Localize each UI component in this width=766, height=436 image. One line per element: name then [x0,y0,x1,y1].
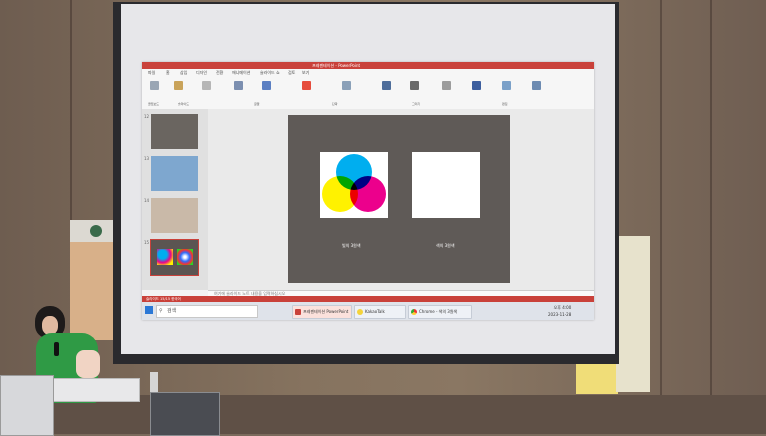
speaker-stand [150,372,158,394]
podium-top [50,378,140,402]
venn-additive [412,152,480,218]
title-bar: 프레젠테이션 - PowerPoint [142,62,594,69]
audio-icon[interactable] [532,81,541,90]
shape-icon[interactable] [302,81,311,90]
bold-icon[interactable] [262,81,271,90]
taskbar-search-input[interactable]: ⚲ 검색 [156,305,258,318]
slide-thumbnail[interactable] [151,198,198,233]
tab-animations[interactable]: 애니메이션 [232,70,250,76]
taskbar-item-powerpoint[interactable]: 프레젠테이션 PowerPoint [292,305,352,319]
paste-icon[interactable] [150,81,159,90]
venn-circle [322,176,358,212]
layout-icon[interactable] [202,81,211,90]
tab-view[interactable]: 보기 [302,70,309,76]
kakaotalk-icon [357,309,363,315]
thumb-venn-additive [177,249,193,265]
slide-thumbnail[interactable] [151,156,198,191]
tab-design[interactable]: 디자인 [196,70,207,76]
taskbar-item-label: 프레젠테이션 PowerPoint [303,309,349,314]
wall-panel-right [616,236,650,392]
podium-front [0,375,54,436]
current-slide[interactable]: 빛의 3원색 색의 3원색 [288,115,510,283]
search-placeholder: 검색 [167,308,177,314]
ribbon: 파일 홈 삽입 디자인 전환 애니메이션 슬라이드 쇼 검토 보기 클립보드 슬… [142,69,594,110]
thumb-number: 15 [144,240,150,245]
symbol-icon[interactable] [472,81,481,90]
projected-desktop: 프레젠테이션 - PowerPoint 파일 홈 삽입 디자인 전환 애니메이션… [142,62,594,320]
caption-right: 색의 3원색 [436,243,455,248]
tab-review[interactable]: 검토 [288,70,295,76]
wall-seam [660,0,662,434]
clock-time: 오후 4:00 [553,305,572,310]
slide-thumbnail[interactable] [151,114,198,149]
search-icon: ⚲ [159,308,163,314]
thumb-number: 13 [144,156,150,161]
new-slide-icon[interactable] [174,81,183,90]
presenter-arm [76,350,100,378]
taskbar-item-label: Chrome - 색의 3원색 [419,309,458,314]
tab-insert[interactable]: 삽입 [180,70,187,76]
thumb-number: 12 [144,114,150,119]
microphone-icon [54,342,59,356]
equipment-cabinet [150,392,220,436]
tab-transitions[interactable]: 전환 [216,70,223,76]
wall-seam [710,0,712,434]
thumb-number: 14 [144,198,150,203]
caption-left: 빛의 3원색 [342,243,361,248]
taskbar-item-chrome[interactable]: Chrome - 색의 3원색 [408,305,472,319]
venn-subtractive [320,152,388,218]
clock-date: 2023-11-28 [548,312,572,317]
wordart-icon[interactable] [410,81,419,90]
chrome-icon [411,309,417,315]
windows-start-icon[interactable] [145,306,153,314]
tab-home[interactable]: 홈 [166,70,170,76]
group-editing-label: 편집 [502,102,508,106]
taskbar-item-kakaotalk[interactable]: KakaoTalk [354,305,406,319]
video-icon[interactable] [502,81,511,90]
group-slides-label: 슬라이드 [178,102,190,106]
windows-taskbar: ⚲ 검색 프레젠테이션 PowerPoint KakaoTalk Chrome … [142,302,594,320]
school-seal-icon [90,225,102,237]
align-icon[interactable] [342,81,351,90]
group-clipboard-label: 클립보드 [148,102,160,106]
thumb-venn-subtractive [157,249,173,265]
slide-editing-area: 빛의 3원색 색의 3원색 [208,109,594,290]
powerpoint-icon [295,309,301,315]
slide-thumbnail-selected[interactable] [150,239,199,276]
taskbar-clock[interactable]: 오후 4:00 2023-11-28 [548,304,571,318]
textbox-icon[interactable] [382,81,391,90]
group-font-label: 글꼴 [254,102,260,106]
group-paragraph-label: 단락 [332,102,338,106]
equation-icon[interactable] [442,81,451,90]
group-drawing-label: 그리기 [412,102,421,106]
tab-slideshow[interactable]: 슬라이드 쇼 [260,70,280,76]
font-icon[interactable] [234,81,243,90]
taskbar-item-label: KakaoTalk [365,309,385,314]
slide-thumbnail-pane: 12 13 14 15 [142,109,208,290]
window-title: 프레젠테이션 - PowerPoint [312,63,361,68]
venn-circle [414,176,450,212]
tab-file[interactable]: 파일 [148,70,155,76]
